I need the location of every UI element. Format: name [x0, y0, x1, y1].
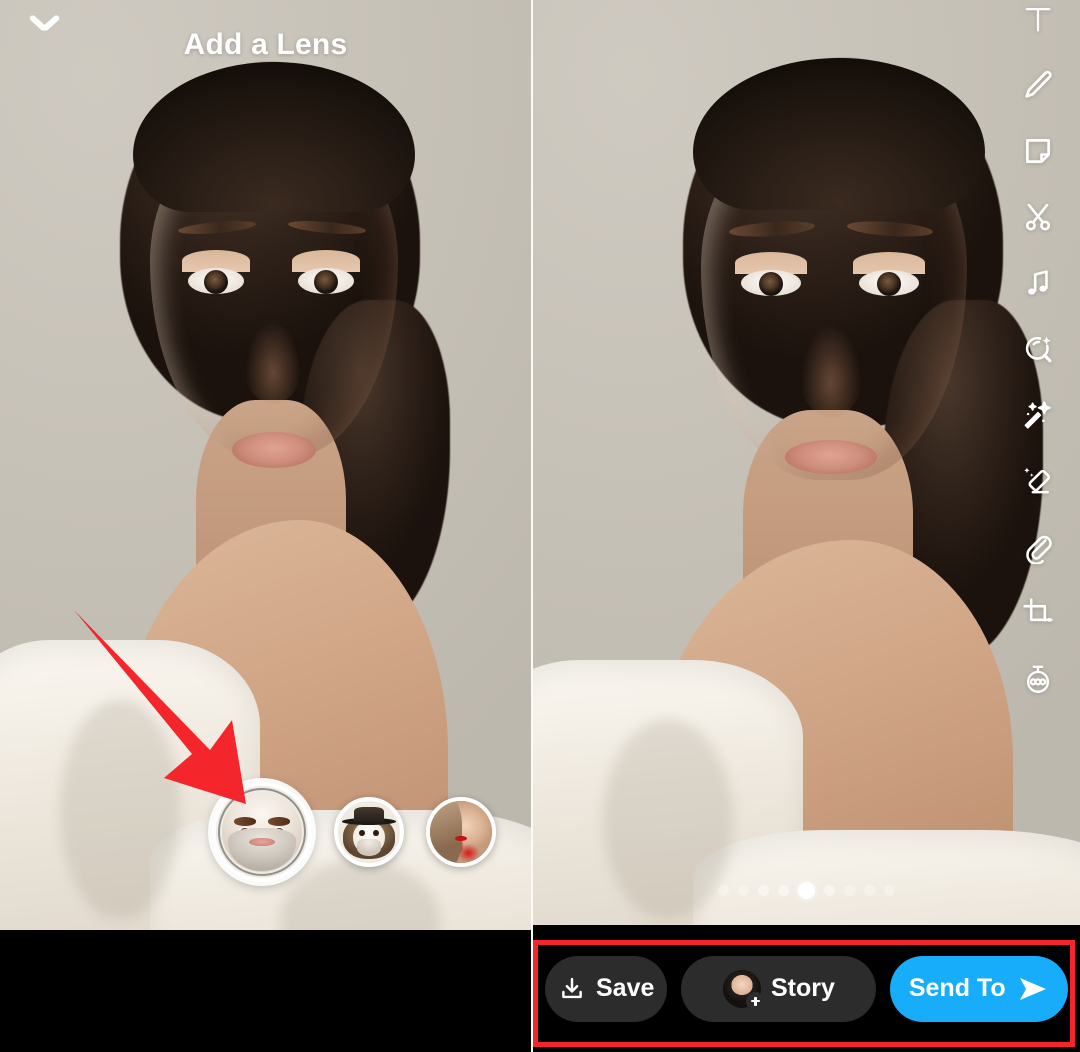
portrait-with-beard-lens: [533, 0, 1080, 925]
beard-lens-mouth: [249, 837, 275, 846]
panel-divider: [531, 0, 533, 1052]
right-panel-edit-snap: Save Story Send To: [533, 0, 1080, 1052]
lens-option-bald-beard[interactable]: [212, 782, 312, 882]
save-button[interactable]: Save: [545, 955, 668, 1022]
page-title: Add a Lens: [183, 28, 348, 61]
beard-lens-head: [221, 791, 303, 873]
page-dot: [718, 885, 729, 896]
page-dot: [884, 885, 895, 896]
beard-lens-beard: [227, 828, 297, 871]
hat-lens-beard: [356, 839, 382, 856]
music-tool-button[interactable]: [1006, 250, 1070, 316]
photo-lens-hair: [430, 801, 463, 863]
lens-option-hat[interactable]: [334, 797, 404, 867]
timer-tool-button[interactable]: [1006, 646, 1070, 712]
page-dot: [738, 885, 749, 896]
left-camera-preview[interactable]: Add a Lens: [0, 0, 531, 930]
draw-tool-button[interactable]: [1006, 52, 1070, 118]
page-dot: [758, 885, 769, 896]
screenshot-root: Add a Lens Save Story Send To: [0, 0, 1080, 1052]
page-dot: [778, 885, 789, 896]
lens-carousel[interactable]: [0, 782, 531, 882]
hat-lens-eye-right: [372, 829, 379, 837]
avatar-plus-icon: [722, 969, 765, 1011]
edit-toolbar: [1006, 0, 1070, 712]
send-to-button[interactable]: Send To: [890, 955, 1069, 1022]
beard-lens-brow-right: [267, 817, 290, 826]
beard-lens-eye-left: [238, 825, 252, 838]
page-dot: [864, 885, 875, 896]
page-dot-active: [798, 882, 815, 899]
magic-eraser-tool-button[interactable]: [1006, 448, 1070, 514]
save-button-label: Save: [595, 974, 655, 1002]
page-dot: [824, 885, 835, 896]
right-snap-preview[interactable]: [533, 0, 1080, 925]
lens-explorer-tool-button[interactable]: [1006, 316, 1070, 382]
page-indicator-dots[interactable]: [533, 882, 1080, 899]
story-button[interactable]: Story: [681, 955, 877, 1022]
action-bar: Save Story Send To: [533, 925, 1080, 1052]
beard-lens-brow-left: [234, 817, 257, 826]
link-tool-button[interactable]: [1006, 514, 1070, 580]
send-to-button-label: Send To: [908, 974, 1006, 1002]
sticker-tool-button[interactable]: [1006, 118, 1070, 184]
download-icon: [562, 977, 582, 998]
left-panel-add-a-lens: Add a Lens: [0, 0, 531, 1052]
scissors-tool-button[interactable]: [1006, 184, 1070, 250]
beard-lens-eye-right: [272, 825, 286, 838]
lens-option-photo[interactable]: [426, 797, 496, 867]
page-dot: [844, 885, 855, 896]
crop-tool-button[interactable]: [1006, 580, 1070, 646]
magic-wand-tool-button[interactable]: [1006, 382, 1070, 448]
send-arrow-icon: [1019, 977, 1046, 1000]
hat-lens-crown: [354, 807, 384, 823]
avatar-plus-badge: [745, 991, 765, 1011]
text-tool-button[interactable]: [1006, 0, 1070, 52]
story-button-label: Story: [770, 974, 835, 1002]
